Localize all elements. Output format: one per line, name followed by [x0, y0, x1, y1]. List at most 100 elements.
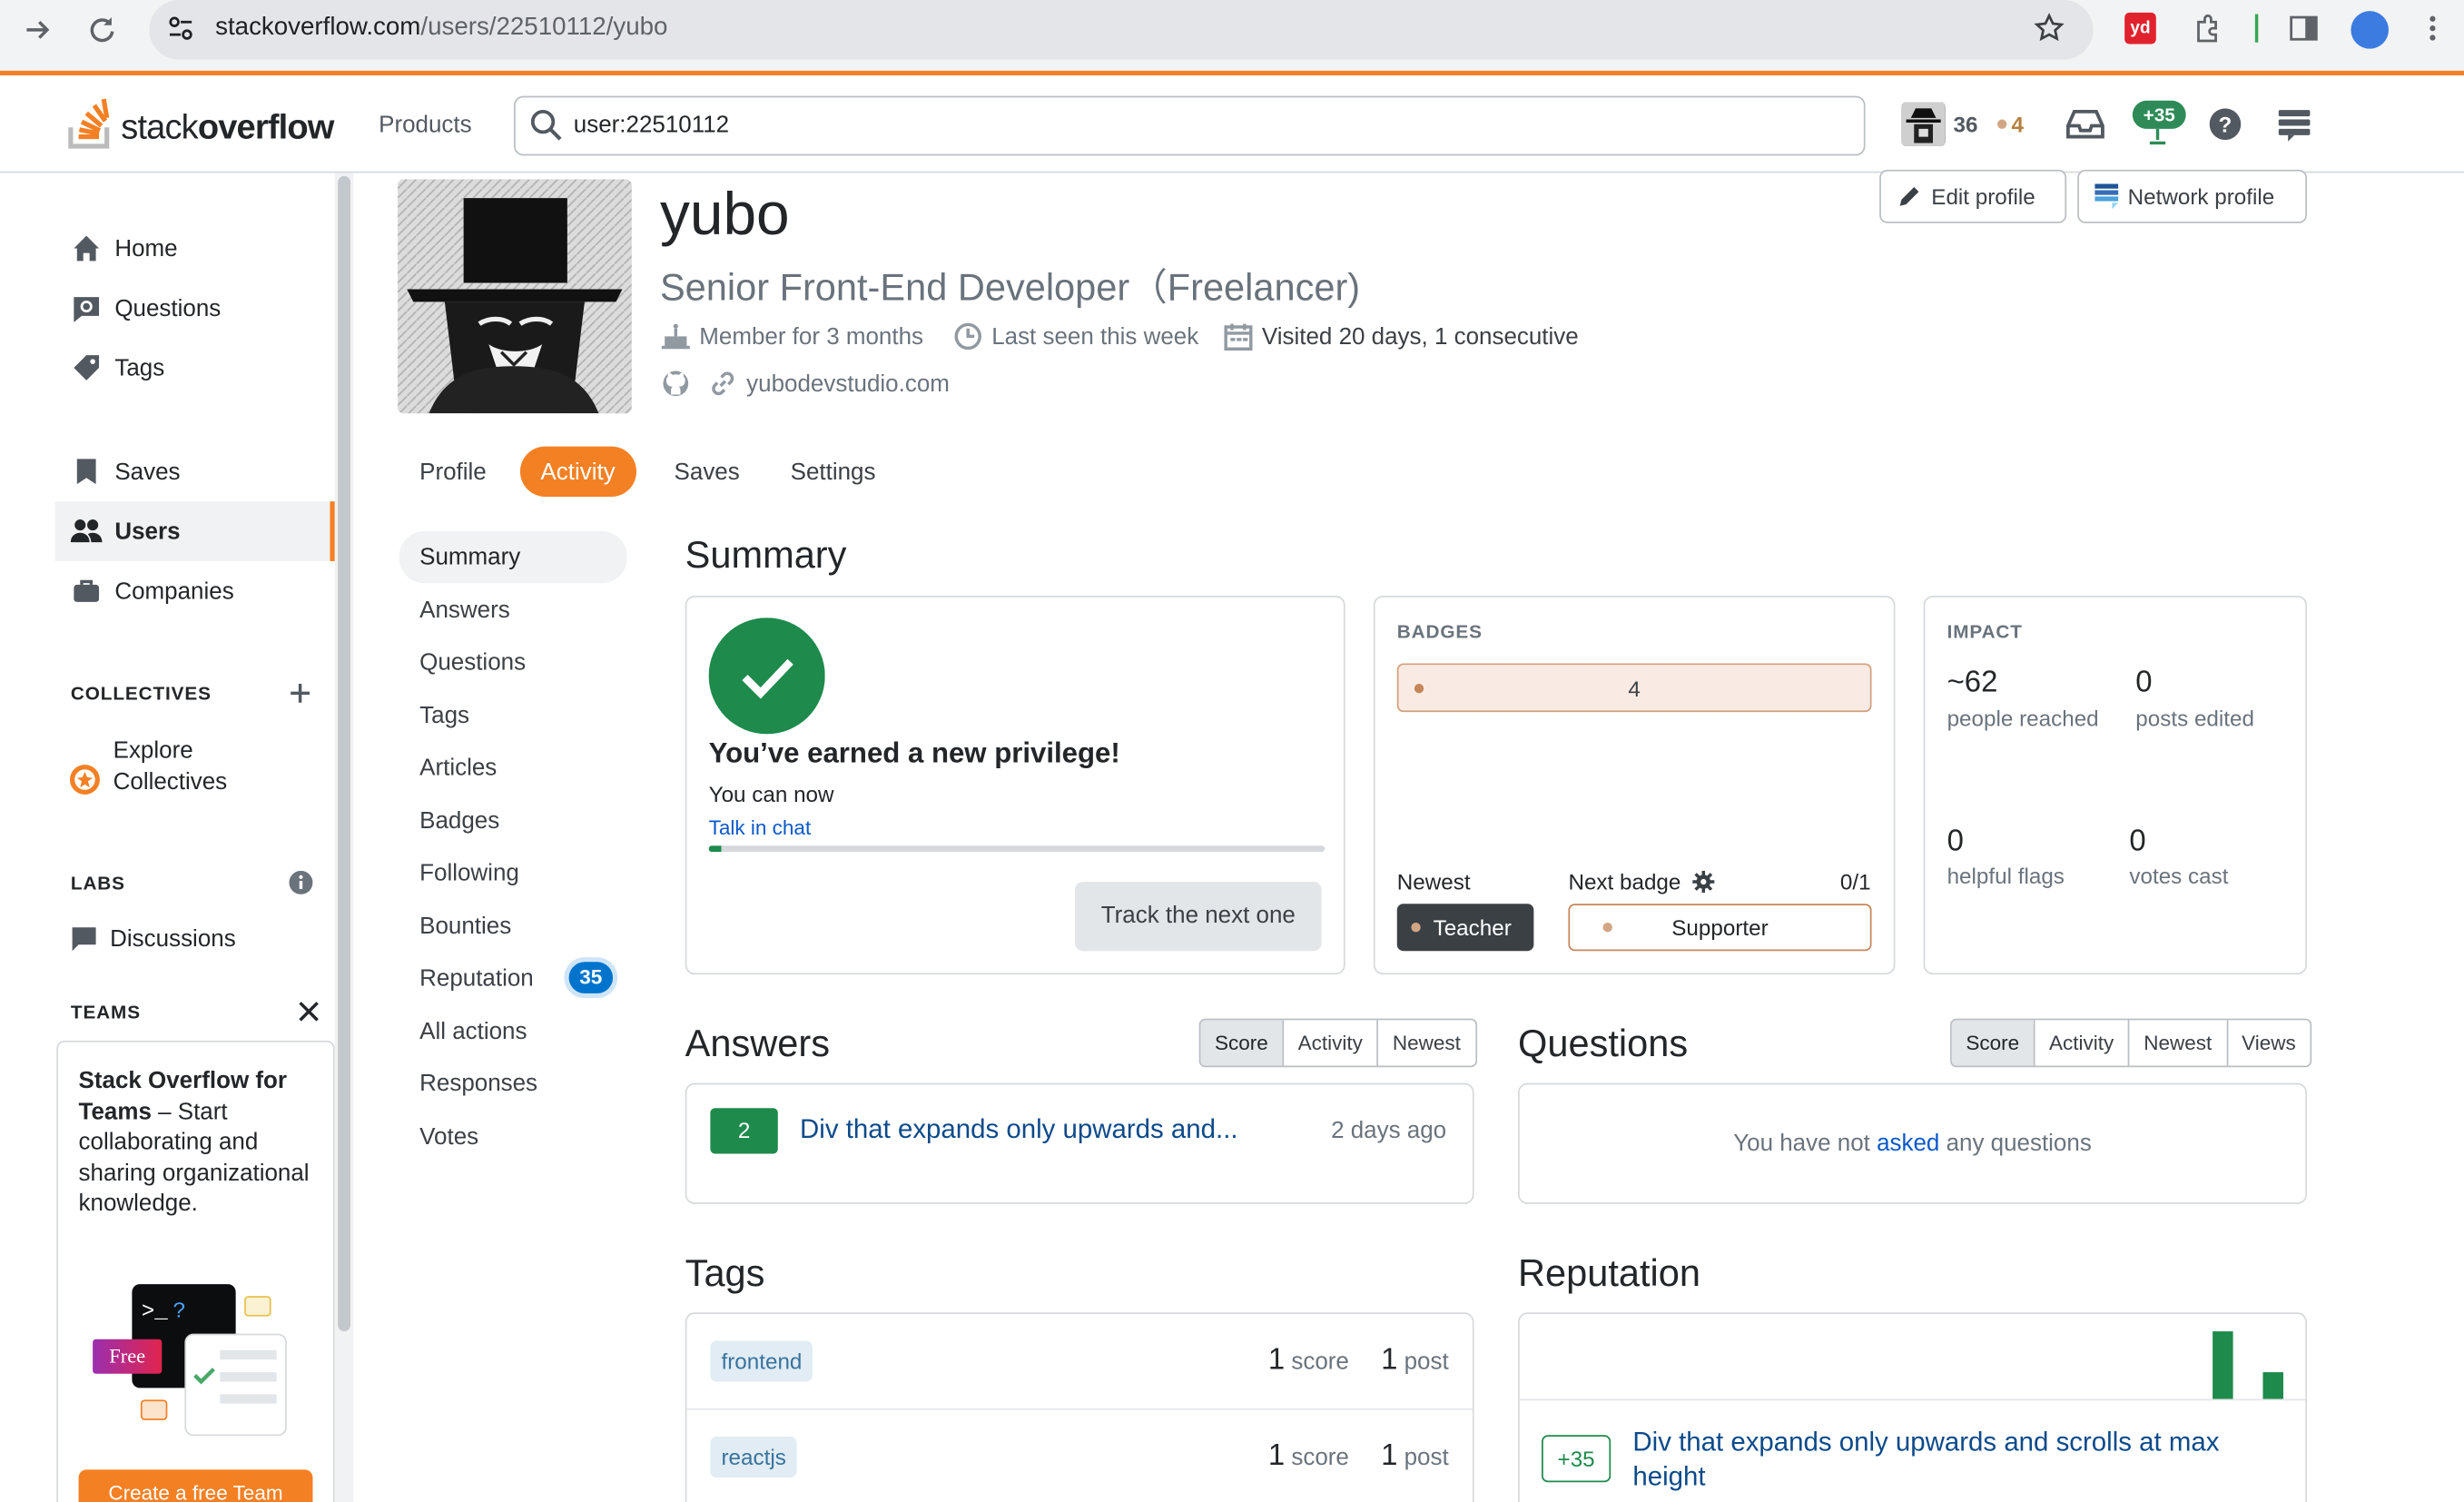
next-badge-text: Next badge — [1568, 869, 1681, 894]
header-avatar[interactable] — [1901, 102, 1946, 146]
website-text: yubodevstudio.com — [746, 370, 950, 398]
empty-text-post: any questions — [1939, 1130, 2092, 1157]
header-reputation[interactable]: 36 — [1954, 112, 1978, 137]
network-profile-button[interactable]: Network profile — [2077, 169, 2307, 223]
close-teams-icon[interactable] — [299, 1002, 320, 1023]
votes-cast-value: 0 — [2129, 825, 2146, 859]
inbox-icon[interactable] — [2065, 107, 2105, 142]
create-team-button[interactable]: Create a free Team — [78, 1469, 313, 1502]
search-icon — [529, 108, 562, 141]
reputation-event-link[interactable]: Div that expands only upwards and scroll… — [1632, 1426, 2284, 1495]
bronze-badge-summary[interactable]: 4 — [1396, 663, 1872, 713]
website-link[interactable]: yubodevstudio.com — [709, 370, 950, 398]
labs-info-icon[interactable] — [289, 870, 313, 894]
subnav-bounties[interactable]: Bounties — [399, 901, 627, 953]
subnav-articles[interactable]: Articles — [399, 742, 627, 794]
add-collective-icon[interactable] — [289, 682, 310, 704]
subnav-questions[interactable]: Questions — [399, 637, 627, 688]
explore-collectives-link[interactable]: Explore Collectives — [113, 736, 228, 798]
free-badge: Free — [93, 1339, 163, 1374]
subnav-all-actions[interactable]: All actions — [399, 1006, 627, 1058]
tag-reactjs[interactable]: reactjs — [710, 1437, 797, 1478]
browser-profile-avatar[interactable] — [2351, 11, 2389, 49]
next-badge-supporter[interactable]: Supporter — [1568, 904, 1872, 952]
tag-frontend[interactable]: frontend — [710, 1340, 813, 1382]
sidebar-item-companies[interactable]: Companies — [55, 561, 335, 621]
sidebar-item-questions[interactable]: Questions — [55, 278, 335, 338]
explore-label-line1: Explore — [113, 736, 193, 765]
answers-sort-newest[interactable]: Newest — [1376, 1020, 1475, 1066]
home-icon — [71, 234, 103, 262]
people-reached-label: people reached — [1947, 706, 2099, 731]
subnav-following[interactable]: Following — [399, 847, 627, 899]
link-icon — [709, 370, 737, 398]
subnav-summary[interactable]: Summary — [399, 531, 627, 584]
sidebar-item-label: Tags — [114, 354, 165, 381]
tag-score-label: score — [1291, 1349, 1349, 1376]
impact-label: IMPACT — [1947, 620, 2023, 643]
labs-heading: LABS — [70, 872, 125, 894]
answers-sort-activity[interactable]: Activity — [1282, 1020, 1377, 1066]
newest-badge-teacher[interactable]: Teacher — [1396, 904, 1534, 952]
tab-settings[interactable]: Settings — [770, 447, 896, 497]
reputation-bar[interactable] — [2213, 1331, 2233, 1399]
github-icon[interactable] — [662, 370, 690, 398]
forward-icon[interactable] — [22, 15, 54, 46]
privilege-check-icon — [708, 618, 825, 735]
products-menu[interactable]: Products — [379, 112, 471, 138]
reload-icon[interactable] — [86, 15, 118, 46]
bronze-badge-dot — [1996, 119, 2007, 129]
youdao-extension-icon[interactable]: yd — [2124, 12, 2156, 44]
reputation-bar[interactable] — [2262, 1372, 2283, 1399]
site-switcher-icon[interactable] — [2277, 108, 2311, 143]
subnav-answers[interactable]: Answers — [399, 585, 627, 637]
help-icon[interactable]: ? — [2209, 108, 2242, 141]
extensions-puzzle-icon[interactable] — [2193, 13, 2224, 44]
questions-sort-newest[interactable]: Newest — [2127, 1020, 2226, 1066]
answers-sort-score[interactable]: Score — [1200, 1020, 1283, 1066]
tag-posts: 1 — [1381, 1439, 1398, 1473]
tag-score: 1 — [1267, 1439, 1286, 1473]
stackoverflow-logo-icon[interactable] — [67, 93, 114, 149]
tab-saves[interactable]: Saves — [654, 447, 760, 497]
reputation-heading: Reputation — [1518, 1252, 1700, 1296]
next-badge-name: Supporter — [1671, 914, 1769, 941]
gear-icon[interactable] — [1691, 870, 1714, 894]
newest-badge-label: Teacher — [1433, 914, 1512, 941]
sidebar-item-tags[interactable]: Tags — [55, 338, 335, 398]
bookmark-star-icon[interactable] — [2034, 13, 2065, 44]
subnav-votes[interactable]: Votes — [399, 1112, 627, 1163]
sidebar-item-home[interactable]: Home — [55, 219, 335, 279]
sidebar-item-saves[interactable]: Saves — [55, 441, 335, 501]
tab-activity[interactable]: Activity — [519, 446, 636, 497]
subnav-responses[interactable]: Responses — [399, 1058, 627, 1110]
profile-title: Senior Front-End Developer（Freelancer) — [659, 267, 1361, 310]
questions-sort-activity[interactable]: Activity — [2033, 1020, 2128, 1066]
next-badge-progress: 0/1 — [1839, 869, 1871, 894]
browser-menu-icon[interactable] — [2430, 15, 2436, 43]
teams-promo-text: Stack Overflow for Teams – Start collabo… — [79, 1066, 315, 1220]
tab-profile[interactable]: Profile — [399, 447, 508, 497]
reputation-divider — [1519, 1398, 2306, 1401]
questions-empty-message: You have not asked any questions — [1518, 1131, 2307, 1157]
discussions-icon — [71, 926, 97, 953]
achievements-badge[interactable]: +35 — [2132, 100, 2186, 129]
sidebar-scroll-thumb[interactable] — [338, 175, 350, 1332]
sidebar-item-users[interactable]: Users — [54, 501, 335, 561]
talk-in-chat-link[interactable]: Talk in chat — [709, 815, 812, 839]
side-panel-icon[interactable] — [2290, 15, 2318, 43]
track-next-button[interactable]: Track the next one — [1074, 882, 1322, 952]
subnav-badges[interactable]: Badges — [399, 795, 627, 847]
logo-wordmark[interactable]: stackoverflow — [121, 107, 334, 148]
questions-sort-score[interactable]: Score — [1951, 1020, 2034, 1066]
reputation-change-badge: +35 — [1542, 1435, 1611, 1483]
sidebar-item-discussions[interactable]: Discussions — [71, 926, 236, 953]
answer-title-link[interactable]: Div that expands only upwards and... — [800, 1114, 1238, 1146]
posts-edited-value: 0 — [2135, 666, 2153, 700]
subnav-tags[interactable]: Tags — [399, 690, 627, 742]
tag-posts-label: post — [1404, 1444, 1449, 1472]
questions-sort-views[interactable]: Views — [2225, 1020, 2311, 1066]
edit-profile-button[interactable]: Edit profile — [1879, 169, 2067, 223]
asked-link[interactable]: asked — [1877, 1131, 1939, 1157]
site-settings-icon[interactable] — [166, 15, 194, 43]
